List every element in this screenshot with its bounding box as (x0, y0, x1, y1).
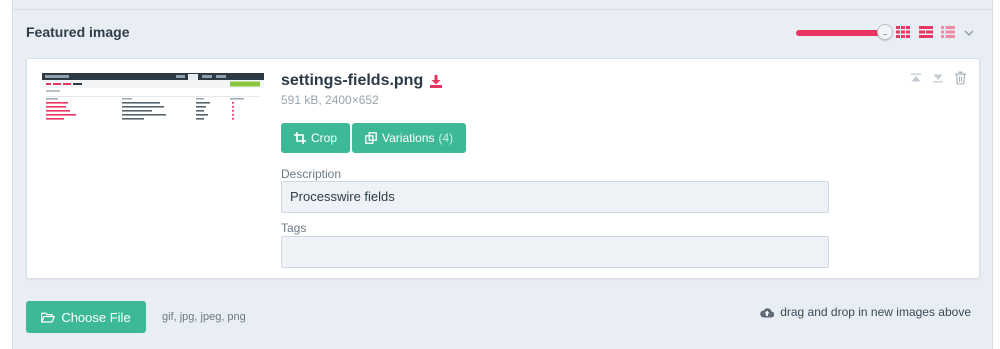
grid-view-icon[interactable] (896, 26, 910, 38)
divider (13, 9, 992, 10)
variations-button-label: Variations (382, 131, 435, 145)
choose-file-button[interactable]: Choose File (26, 301, 146, 333)
allowed-file-types: gif, jpg, jpeg, png (162, 311, 246, 323)
proportional-view-icon[interactable] (919, 26, 933, 38)
filename-row: settings-fields.png (281, 71, 443, 91)
image-field: Featured image settings-fields.png 591 k… (12, 0, 993, 349)
cloud-upload-icon (760, 307, 775, 318)
field-label[interactable]: Featured image (26, 24, 129, 40)
drag-drop-text: drag and drop in new images above (780, 305, 971, 319)
slider-handle[interactable] (877, 24, 893, 40)
crop-button[interactable]: Crop (281, 123, 351, 153)
move-bottom-icon[interactable] (932, 71, 944, 85)
trash-icon[interactable] (955, 71, 966, 85)
move-top-icon[interactable] (910, 71, 922, 85)
crop-button-label: Crop (311, 131, 338, 145)
description-input[interactable]: Processwire fields (281, 181, 829, 213)
image-filename: settings-fields.png (281, 72, 424, 89)
variations-button[interactable]: Variations (4) (352, 123, 467, 153)
choose-file-label: Choose File (61, 309, 131, 325)
image-meta: 591 kB, 2400×652 (281, 93, 379, 107)
copy-icon (365, 132, 377, 144)
tags-input[interactable] (281, 236, 829, 268)
folder-open-icon (41, 312, 56, 323)
image-actions: Crop Variations (4) (281, 123, 468, 153)
download-icon[interactable] (430, 74, 443, 88)
crop-icon (294, 132, 306, 144)
variations-count: (4) (438, 131, 454, 145)
list-view-icon[interactable] (941, 26, 955, 38)
chevron-down-icon[interactable] (964, 29, 974, 37)
drag-drop-hint: drag and drop in new images above (760, 305, 971, 319)
image-item-card: settings-fields.png 591 kB, 2400×652 Cro… (26, 58, 980, 279)
tags-label: Tags (281, 221, 307, 235)
thumbnail-size-slider[interactable] (796, 30, 886, 36)
description-label: Description (281, 167, 342, 181)
image-thumbnail[interactable] (42, 73, 264, 135)
